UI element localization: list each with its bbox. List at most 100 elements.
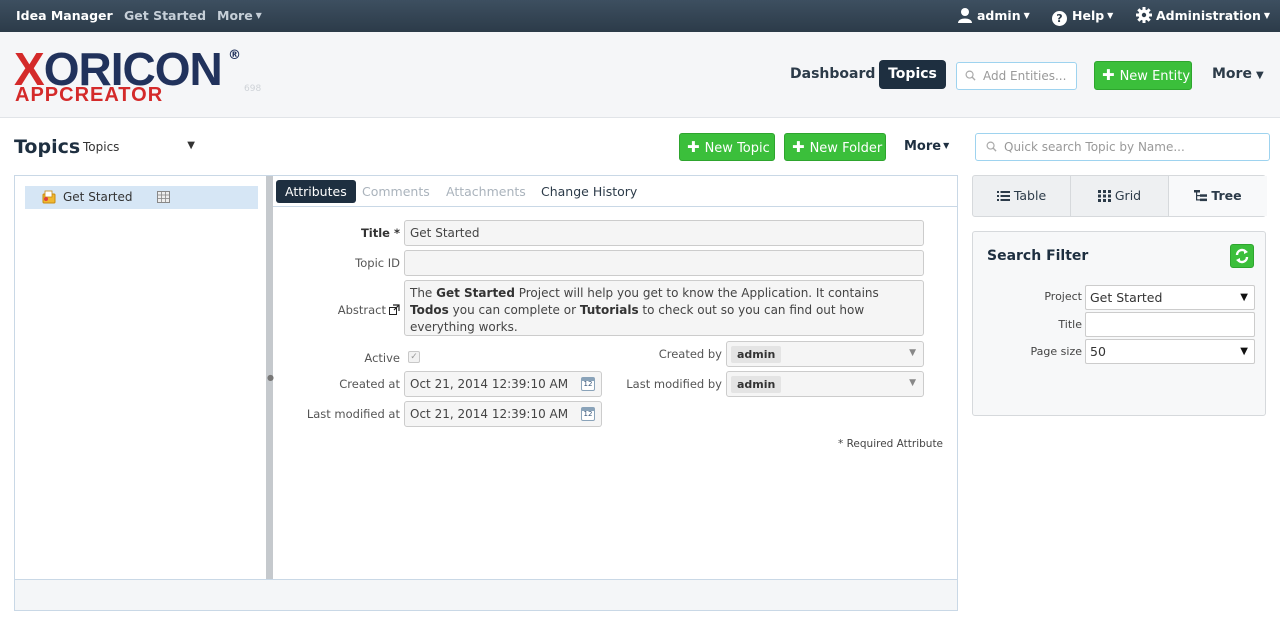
last-modified-by-label: Last modified by xyxy=(626,377,722,391)
new-entity-button[interactable]: ✚ New Entity xyxy=(1094,61,1192,90)
plus-icon: ✚ xyxy=(792,138,805,156)
topic-tree: Get Started xyxy=(15,176,266,579)
administration-menu[interactable]: Administration ▼ xyxy=(1136,0,1270,32)
active-label: Active xyxy=(364,351,400,365)
caret-down-icon: ▼ xyxy=(1255,70,1264,81)
abstract-text-3: you can complete or xyxy=(448,303,580,317)
tree-item-get-started[interactable]: Get Started xyxy=(25,186,258,209)
abstract-text-1: The xyxy=(410,286,437,300)
view-table-button[interactable]: Table xyxy=(973,176,1071,216)
tab-change-history[interactable]: Change History xyxy=(532,180,646,203)
user-menu[interactable]: admin ▼ xyxy=(957,0,1030,32)
nav-more-menu[interactable]: More ▼ xyxy=(217,0,262,32)
search-icon xyxy=(965,70,976,81)
created-at-input[interactable]: Oct 21, 2014 12:39:10 AM xyxy=(404,371,577,397)
tab-comments[interactable]: Comments xyxy=(353,180,439,203)
abstract-textarea[interactable]: The Get Started Project will help you ge… xyxy=(404,280,924,336)
tab-attachments[interactable]: Attachments xyxy=(437,180,535,203)
top-navbar: Idea Manager Get Started More ▼ admin ▼ ? H… xyxy=(0,0,1280,32)
view-switcher: Table Grid Tree xyxy=(972,175,1267,217)
view-table-label: Table xyxy=(1013,188,1047,203)
detail-tabs: Attributes Comments Attachments Change H… xyxy=(273,176,957,207)
logo-subtitle: APPCREATOR xyxy=(15,84,164,106)
abstract-label-wrap: Abstract xyxy=(315,303,400,317)
view-tree-button[interactable]: Tree xyxy=(1169,176,1267,216)
topics-nav-button[interactable]: Topics xyxy=(879,60,946,89)
caret-down-icon: ▼ xyxy=(1263,11,1271,20)
topic-type-value: Topics xyxy=(83,140,120,154)
add-entities-placeholder: Add Entities... xyxy=(983,69,1067,83)
active-checkbox[interactable]: ✓ xyxy=(408,351,420,363)
caret-down-icon: ▼ xyxy=(255,11,262,20)
xoricon-logo[interactable]: XORICON ® APPCREATOR 698 xyxy=(14,46,274,106)
tree-item-label: Get Started xyxy=(63,190,133,204)
refresh-icon xyxy=(1235,248,1249,264)
dashboard-link[interactable]: Dashboard xyxy=(790,60,875,88)
refresh-filter-button[interactable] xyxy=(1230,244,1254,268)
caret-down-icon: ▼ xyxy=(1240,292,1248,303)
new-folder-button[interactable]: ✚ New Folder xyxy=(784,133,886,161)
created-by-label: Created by xyxy=(658,347,722,361)
caret-down-icon: ▼ xyxy=(1023,11,1030,20)
last-modified-at-input[interactable]: Oct 21, 2014 12:39:10 AM xyxy=(404,401,577,427)
pane-splitter[interactable]: ● xyxy=(266,176,274,579)
caret-down-icon: ▼ xyxy=(187,140,195,151)
logo-version: 698 xyxy=(244,84,262,94)
title-input[interactable]: Get Started xyxy=(404,220,924,246)
created-by-chip: admin xyxy=(731,346,782,363)
last-modified-at-calendar-button[interactable]: 12 xyxy=(576,401,602,427)
user-icon xyxy=(958,8,972,23)
title-filter-label: Title xyxy=(1058,318,1082,331)
topic-type-select[interactable]: Topics ▼ xyxy=(83,140,195,154)
new-topic-label: New Topic xyxy=(704,141,770,156)
nav-more-label: More xyxy=(217,8,253,23)
header-more-label: More xyxy=(1212,66,1252,82)
user-name: admin xyxy=(977,8,1021,23)
help-menu[interactable]: ? Help ▼ xyxy=(1052,0,1113,32)
abstract-bold-3: Tutorials xyxy=(579,303,639,317)
new-entity-label: New Entity xyxy=(1119,69,1191,84)
topics-more-label: More xyxy=(904,139,942,154)
caret-down-icon: ▼ xyxy=(1240,346,1248,357)
page-size-value: 50 xyxy=(1090,344,1106,359)
search-icon xyxy=(986,141,997,152)
add-entities-input[interactable]: Add Entities... xyxy=(956,62,1077,90)
abstract-bold-2: Todos xyxy=(410,303,449,317)
title-filter-input[interactable] xyxy=(1085,312,1255,337)
table-icon[interactable] xyxy=(157,191,170,203)
gear-icon xyxy=(1136,7,1152,23)
caret-down-icon: ▼ xyxy=(909,348,916,358)
required-attribute-note: * Required Attribute xyxy=(838,438,944,450)
new-topic-button[interactable]: ✚ New Topic xyxy=(679,133,775,161)
page-size-label: Page size xyxy=(1030,345,1082,358)
project-filter-value: Get Started xyxy=(1090,290,1163,305)
topic-id-input[interactable] xyxy=(404,250,924,276)
last-modified-by-select[interactable]: admin ▼ xyxy=(726,371,924,397)
view-grid-button[interactable]: Grid xyxy=(1071,176,1169,216)
search-filter-panel: Search Filter Project Get Started ▼ Title… xyxy=(972,231,1266,416)
new-folder-label: New Folder xyxy=(809,141,883,156)
caret-down-icon: ▼ xyxy=(943,141,950,150)
expand-icon[interactable] xyxy=(389,304,400,315)
app-header: XORICON ® APPCREATOR 698 Dashboard Topic… xyxy=(0,32,1280,118)
project-filter-select[interactable]: Get Started ▼ xyxy=(1085,285,1255,310)
quick-search-input[interactable]: Quick search Topic by Name... xyxy=(975,133,1270,161)
nav-get-started[interactable]: Get Started xyxy=(124,0,206,32)
administration-label: Administration xyxy=(1156,8,1261,23)
created-at-calendar-button[interactable]: 12 xyxy=(576,371,602,397)
list-icon xyxy=(996,191,1010,201)
header-more-menu[interactable]: More ▼ xyxy=(1212,60,1264,88)
page-size-select[interactable]: 50 ▼ xyxy=(1085,339,1255,364)
view-grid-label: Grid xyxy=(1114,188,1142,203)
app-brand-link[interactable]: Idea Manager xyxy=(16,0,113,32)
panel-footer xyxy=(15,579,957,610)
topics-more-menu[interactable]: More ▼ xyxy=(904,139,949,154)
page-title: Topics xyxy=(14,136,81,158)
calendar-day: 12 xyxy=(583,380,593,388)
topic-panel: Get Started ● Attributes Comments Attach… xyxy=(14,175,958,611)
tab-attributes[interactable]: Attributes xyxy=(276,180,356,203)
created-by-select[interactable]: admin ▼ xyxy=(726,341,924,367)
project-icon xyxy=(42,190,56,204)
search-filter-title: Search Filter xyxy=(987,248,1089,264)
splitter-handle-icon: ● xyxy=(267,373,274,382)
